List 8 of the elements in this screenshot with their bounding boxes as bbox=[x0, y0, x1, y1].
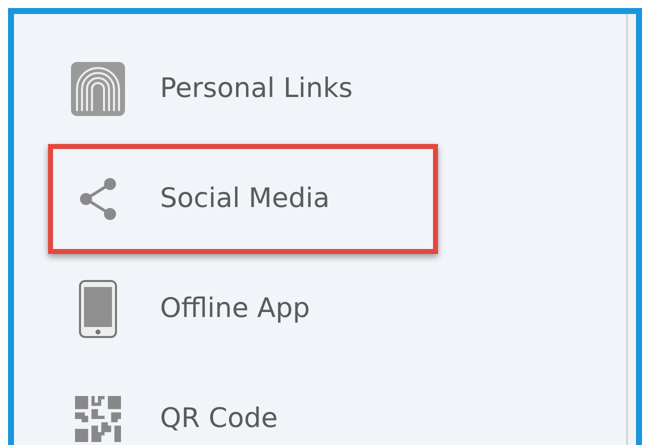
menu-item[interactable]: Personal Links bbox=[48, 34, 438, 144]
share-icon bbox=[78, 177, 118, 221]
menu-item[interactable]: QR Code bbox=[48, 364, 438, 445]
menu-item[interactable]: Offline App bbox=[48, 254, 438, 364]
qr-code-icon bbox=[75, 396, 121, 442]
fingerprint-icon bbox=[70, 61, 126, 117]
phone-icon bbox=[78, 280, 118, 338]
menu-item[interactable]: Social Media bbox=[48, 144, 438, 254]
